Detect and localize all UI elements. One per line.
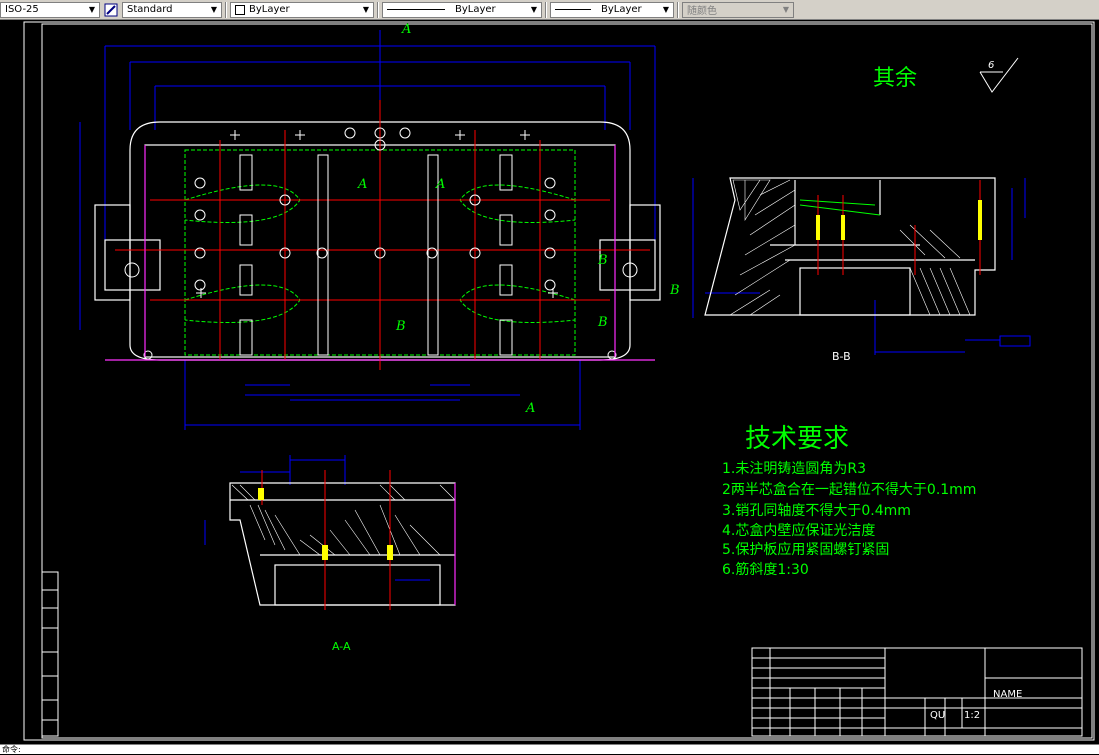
toolbar-separator — [225, 1, 227, 18]
chevron-down-icon[interactable]: ▼ — [659, 3, 673, 17]
roughness-symbol-icon — [979, 57, 1019, 93]
svg-text:A: A — [435, 177, 445, 192]
svg-text:A: A — [525, 401, 535, 416]
toolbar-separator — [545, 1, 547, 18]
lineweight-combo[interactable]: ByLayer ▼ — [550, 1, 674, 18]
plan-holes — [124, 127, 638, 360]
textstyle-combo[interactable]: Standard ▼ — [122, 1, 222, 18]
title-block: NAME QU 1:2 — [930, 689, 1022, 721]
aa-outline — [229, 482, 456, 606]
plan-view[interactable]: A A A A B B B B — [79, 22, 680, 430]
chevron-down-icon: ▼ — [782, 5, 790, 14]
linetype-swatch-icon — [387, 9, 445, 10]
plan-dimensions — [79, 30, 656, 430]
svg-text:B: B — [597, 315, 608, 330]
section-aa-view[interactable]: A-A — [204, 455, 456, 653]
title-block-material: QU — [930, 710, 945, 721]
svg-text:B: B — [669, 283, 680, 298]
bb-green — [799, 199, 881, 216]
title-block-scale: 1:2 — [964, 710, 980, 721]
chevron-down-icon[interactable]: ▼ — [527, 3, 541, 17]
chevron-down-icon[interactable]: ▼ — [359, 3, 373, 17]
roughness-note: 其余 6 — [873, 57, 1019, 93]
svg-text:A: A — [401, 22, 411, 37]
bb-label: B-B — [832, 350, 851, 363]
linetype-combo[interactable]: ByLayer ▼ — [382, 1, 542, 18]
lineweight-swatch-icon — [555, 9, 591, 10]
requirement-5: 5.保护板应用紧固螺钉紧固 — [722, 541, 889, 558]
requirement-6: 6.筋斜度1:30 — [722, 561, 809, 578]
textstyle-icon[interactable] — [103, 2, 119, 18]
requirement-2: 2两半芯盒合在一起错位不得大于0.1mm — [722, 481, 976, 498]
qiyu-text: 其余 — [873, 66, 917, 91]
svg-text:B: B — [597, 253, 608, 268]
color-swatch-icon — [235, 4, 245, 15]
layer-combo[interactable]: ByLayer ▼ — [230, 1, 374, 18]
title-block-name: NAME — [993, 689, 1022, 700]
toolbar-separator — [677, 1, 679, 18]
svg-text:B: B — [395, 319, 406, 334]
drawing-canvas[interactable]: A A A A B B B B B-B A-A 其余 6 技术要求 1.未注明铸… — [0, 21, 1099, 744]
tech-title: 技术要求 — [745, 424, 849, 454]
plotstyle-combo: 随颜色 ▼ — [682, 1, 794, 18]
toolbar-separator — [377, 1, 379, 18]
aa-label: A-A — [332, 640, 351, 653]
requirement-1: 1.未注明铸造圆角为R3 — [722, 461, 866, 477]
requirement-4: 4.芯盒内壁应保证光洁度 — [722, 522, 875, 539]
drawing-svg[interactable]: A A A A B B B B B-B A-A 其余 6 技术要求 1.未注明铸… — [0, 21, 1099, 744]
bb-hatching — [729, 179, 971, 316]
technical-requirements: 技术要求 1.未注明铸造圆角为R3 2两半芯盒合在一起错位不得大于0.1mm 3… — [722, 424, 976, 578]
command-line[interactable]: 命令: — [0, 744, 1099, 754]
chevron-down-icon[interactable]: ▼ — [85, 3, 99, 17]
svg-text:A: A — [357, 177, 367, 192]
aa-hatching — [231, 484, 456, 556]
bb-yellow-marks — [816, 200, 982, 240]
dimstyle-combo[interactable]: ISO-25 ▼ — [0, 1, 100, 18]
requirement-3: 3.销孔同轴度不得大于0.4mm — [722, 502, 911, 519]
aa-center — [261, 470, 391, 610]
chevron-down-icon[interactable]: ▼ — [207, 3, 221, 17]
properties-toolbar: ISO-25 ▼ Standard ▼ ByLayer ▼ ByLayer ▼ … — [0, 0, 1099, 20]
section-bb-view[interactable]: B-B — [692, 177, 1031, 363]
svg-text:6: 6 — [988, 60, 994, 71]
